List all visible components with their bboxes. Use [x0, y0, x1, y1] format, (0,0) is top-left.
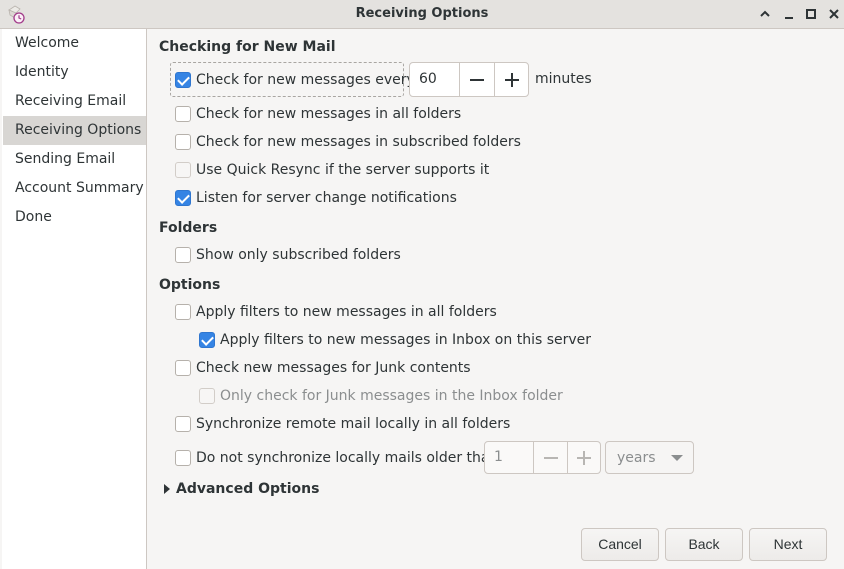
- chevron-down-icon: [671, 455, 683, 461]
- sync-all-row[interactable]: Synchronize remote mail locally in all f…: [175, 413, 510, 435]
- sidebar-item-done[interactable]: Done: [3, 203, 146, 232]
- filters-all-checkbox[interactable]: [175, 304, 191, 320]
- no-sync-older-row[interactable]: Do not synchronize locally mails older t…: [175, 447, 498, 469]
- section-title-checking: Checking for New Mail: [159, 39, 336, 55]
- filters-all-label: Apply filters to new messages in all fol…: [196, 304, 497, 320]
- no-sync-older-checkbox[interactable]: [175, 450, 191, 466]
- only-subscribed-row[interactable]: Show only subscribed folders: [175, 244, 401, 266]
- advanced-options-expander[interactable]: Advanced Options: [164, 481, 319, 497]
- filters-inbox-checkbox[interactable]: [199, 332, 215, 348]
- subscribed-folders-label: Check for new messages in subscribed fol…: [196, 134, 521, 150]
- interval-unit-label: minutes: [535, 71, 592, 87]
- junk-label: Check new messages for Junk contents: [196, 360, 471, 376]
- subscribed-folders-checkbox[interactable]: [175, 134, 191, 150]
- junk-inbox-only-checkbox[interactable]: [199, 388, 215, 404]
- quick-resync-label: Use Quick Resync if the server supports …: [196, 162, 490, 178]
- close-icon[interactable]: [825, 5, 843, 23]
- increment-icon[interactable]: [494, 63, 528, 96]
- listen-changes-label: Listen for server change notifications: [196, 190, 457, 206]
- check-every-label: Check for new messages every: [196, 72, 415, 88]
- only-subscribed-label: Show only subscribed folders: [196, 247, 401, 263]
- older-than-unit-combo[interactable]: years: [605, 441, 694, 474]
- listen-changes-row[interactable]: Listen for server change notifications: [175, 187, 457, 209]
- sidebar-item-receiving-options[interactable]: Receiving Options: [3, 116, 146, 145]
- quick-resync-checkbox[interactable]: [175, 162, 191, 178]
- junk-inbox-only-label: Only check for Junk messages in the Inbo…: [220, 388, 563, 404]
- sidebar-item-sending-email[interactable]: Sending Email: [3, 145, 146, 174]
- sync-all-checkbox[interactable]: [175, 416, 191, 432]
- window-title: Receiving Options: [355, 6, 489, 21]
- section-title-folders: Folders: [159, 220, 218, 236]
- junk-checkbox[interactable]: [175, 360, 191, 376]
- decrement-icon[interactable]: [533, 442, 567, 473]
- minimize-icon[interactable]: [780, 5, 798, 23]
- all-folders-label: Check for new messages in all folders: [196, 106, 462, 122]
- junk-inbox-only-row[interactable]: Only check for Junk messages in the Inbo…: [199, 385, 563, 407]
- older-than-spinbutton[interactable]: 1: [484, 441, 601, 474]
- no-sync-older-label: Do not synchronize locally mails older t…: [196, 450, 499, 466]
- increment-icon[interactable]: [567, 442, 600, 473]
- all-folders-row[interactable]: Check for new messages in all folders: [175, 103, 461, 125]
- junk-row[interactable]: Check new messages for Junk contents: [175, 357, 471, 379]
- back-button[interactable]: Back: [665, 528, 743, 561]
- quick-resync-row[interactable]: Use Quick Resync if the server supports …: [175, 159, 489, 181]
- older-than-unit-value: years: [617, 449, 656, 466]
- chevron-up-icon[interactable]: [756, 5, 774, 23]
- sidebar-item-welcome[interactable]: Welcome: [3, 29, 146, 58]
- filters-all-row[interactable]: Apply filters to new messages in all fol…: [175, 301, 497, 323]
- decrement-icon[interactable]: [459, 63, 494, 96]
- filters-inbox-row[interactable]: Apply filters to new messages in Inbox o…: [199, 329, 591, 351]
- sidebar-item-receiving-email[interactable]: Receiving Email: [3, 87, 146, 116]
- all-folders-checkbox[interactable]: [175, 106, 191, 122]
- sync-all-label: Synchronize remote mail locally in all f…: [196, 416, 511, 432]
- check-interval-spinbutton[interactable]: 60: [409, 62, 529, 97]
- sidebar-item-identity[interactable]: Identity: [3, 58, 146, 87]
- sidebar-item-account-summary[interactable]: Account Summary: [3, 174, 146, 203]
- listen-changes-checkbox[interactable]: [175, 190, 191, 206]
- next-button[interactable]: Next: [749, 528, 827, 561]
- subscribed-folders-row[interactable]: Check for new messages in subscribed fol…: [175, 131, 521, 153]
- title-bar: Receiving Options: [0, 0, 844, 29]
- only-subscribed-checkbox[interactable]: [175, 247, 191, 263]
- wizard-sidebar: Welcome Identity Receiving Email Receivi…: [2, 29, 147, 569]
- cancel-button[interactable]: Cancel: [581, 528, 659, 561]
- advanced-options-label: Advanced Options: [176, 481, 320, 497]
- older-than-value[interactable]: 1: [485, 442, 533, 473]
- expander-arrow-icon: [164, 484, 170, 494]
- maximize-icon[interactable]: [802, 5, 820, 23]
- check-every-checkbox[interactable]: [175, 72, 191, 88]
- check-interval-value[interactable]: 60: [410, 63, 459, 96]
- section-title-options: Options: [159, 277, 221, 293]
- check-every-row[interactable]: Check for new messages every: [175, 69, 415, 91]
- filters-inbox-label: Apply filters to new messages in Inbox o…: [220, 332, 592, 348]
